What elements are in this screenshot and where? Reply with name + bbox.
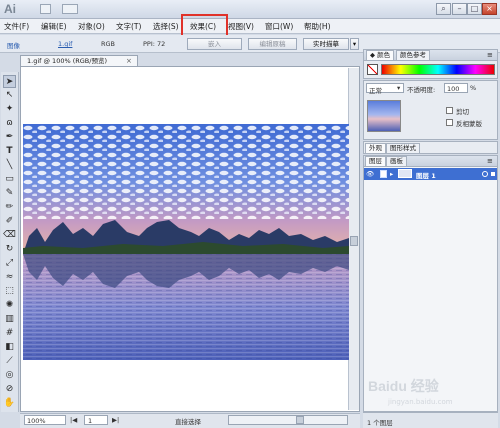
type-tool-icon[interactable]: T bbox=[3, 145, 16, 158]
menu-type[interactable]: 文字(T) bbox=[116, 21, 141, 32]
color-spectrum[interactable] bbox=[381, 64, 495, 75]
warp-tool-icon[interactable]: ≈ bbox=[3, 271, 16, 284]
free-transform-tool-icon[interactable]: ⬚ bbox=[3, 285, 16, 298]
blob-brush-tool-icon[interactable]: ✐ bbox=[3, 215, 16, 228]
color-mode: RGB bbox=[101, 40, 116, 48]
clip-checkbox[interactable] bbox=[446, 107, 453, 114]
selected-square-icon bbox=[491, 172, 495, 176]
scale-tool-icon[interactable]: ⤢ bbox=[3, 257, 16, 270]
target-circle-icon[interactable] bbox=[482, 171, 488, 177]
pencil-tool-icon[interactable]: ✏ bbox=[3, 201, 16, 214]
tab-color-label: 颜色 bbox=[377, 51, 391, 59]
watermark-brand: Baidu 经验 bbox=[368, 378, 439, 394]
zoom-value: 100% bbox=[27, 417, 46, 425]
tab-layers[interactable]: 图层 bbox=[365, 156, 386, 166]
selection-tool-icon[interactable]: ➤ bbox=[3, 75, 16, 88]
slice-tool-icon[interactable]: ⊘ bbox=[3, 383, 16, 396]
line-tool-icon[interactable]: ╲ bbox=[3, 159, 16, 172]
lock-toggle[interactable] bbox=[380, 170, 387, 178]
layer-count: 1 个图层 bbox=[367, 419, 393, 427]
opacity-value: 100 bbox=[447, 85, 460, 93]
none-swatch-icon[interactable] bbox=[367, 64, 378, 75]
magic-wand-tool-icon[interactable]: ✦ bbox=[3, 103, 16, 116]
menu-file[interactable]: 文件(F) bbox=[4, 21, 29, 32]
gradient-tool-icon[interactable]: ◧ bbox=[3, 341, 16, 354]
invert-mask-label: 反相蒙版 bbox=[456, 120, 482, 128]
blend-tool-icon[interactable]: ◎ bbox=[3, 369, 16, 382]
rotate-tool-icon[interactable]: ↻ bbox=[3, 243, 16, 256]
horizontal-scroll-thumb[interactable] bbox=[296, 416, 304, 424]
blend-mode-value: 正常 bbox=[369, 87, 382, 95]
menu-select[interactable]: 选择(S) bbox=[153, 21, 179, 32]
first-artboard-icon[interactable]: |◀ bbox=[70, 416, 77, 424]
layers-panel-footer: 1 个图层 bbox=[363, 412, 498, 428]
chevron-down-icon: ▾ bbox=[397, 84, 401, 92]
watermark-url: jingyan.baidu.com bbox=[388, 398, 453, 406]
layer-row[interactable]: 👁 ▸ 图层 1 bbox=[364, 168, 497, 180]
current-tool-name: 直接选择 bbox=[175, 418, 201, 426]
horizontal-scrollbar[interactable] bbox=[228, 415, 348, 425]
panel-menu-icon[interactable]: ≡ bbox=[487, 51, 493, 59]
baidu-watermark: Baidu 经验 jingyan.baidu.com bbox=[368, 374, 496, 414]
bridge-icon[interactable] bbox=[40, 4, 51, 14]
rectangle-tool-icon[interactable]: ▭ bbox=[3, 173, 16, 186]
direct-selection-tool-icon[interactable]: ↖ bbox=[3, 89, 16, 102]
artboard-number-select[interactable]: 1 bbox=[84, 415, 108, 425]
clip-label: 剪切 bbox=[456, 108, 469, 116]
opacity-unit: % bbox=[470, 84, 477, 92]
layers-panel-menu-icon[interactable]: ≡ bbox=[487, 157, 493, 165]
title-bar: Ai ⌕ – □ × bbox=[0, 0, 500, 19]
layer-thumbnail-small bbox=[398, 169, 412, 178]
expand-triangle-icon[interactable]: ▸ bbox=[390, 170, 393, 178]
search-icon[interactable]: ⌕ bbox=[436, 3, 451, 15]
app-logo: Ai bbox=[4, 2, 16, 16]
document-close-icon[interactable]: × bbox=[126, 57, 132, 65]
graph-tool-icon[interactable]: ▥ bbox=[3, 313, 16, 326]
live-trace-button[interactable]: 实时描摹 bbox=[303, 38, 349, 50]
menu-bar: 文件(F) 编辑(E) 对象(O) 文字(T) 选择(S) 效果(C) 视图(V… bbox=[0, 19, 500, 34]
tab-color[interactable]: ◆ 颜色 bbox=[366, 50, 395, 60]
hand-tool-icon[interactable]: ✋ bbox=[3, 397, 16, 410]
close-button[interactable]: × bbox=[482, 3, 497, 15]
invert-mask-checkbox[interactable] bbox=[446, 119, 453, 126]
tab-graphic-styles[interactable]: 图形样式 bbox=[386, 143, 420, 153]
blend-mode-select[interactable]: 正常 ▾ bbox=[366, 83, 404, 95]
lasso-tool-icon[interactable]: ɷ bbox=[3, 117, 16, 130]
object-kind: 图像 bbox=[7, 42, 20, 50]
document-tab-title: 1.gif @ 100% (RGB/预览) bbox=[27, 57, 107, 65]
visibility-eye-icon[interactable]: 👁 bbox=[366, 170, 374, 178]
opacity-label: 不透明度: bbox=[407, 86, 436, 94]
opacity-field[interactable]: 100 bbox=[444, 83, 468, 93]
menu-view[interactable]: 视图(V) bbox=[228, 21, 254, 32]
placed-landscape-image[interactable] bbox=[23, 124, 349, 360]
arrange-documents-icon[interactable] bbox=[62, 4, 78, 14]
layer-name[interactable]: 图层 1 bbox=[416, 170, 436, 180]
artboard-number: 1 bbox=[88, 417, 93, 425]
menu-object[interactable]: 对象(O) bbox=[78, 21, 105, 32]
embed-button[interactable]: 嵌入 bbox=[187, 38, 242, 50]
menu-help[interactable]: 帮助(H) bbox=[304, 21, 331, 32]
eraser-tool-icon[interactable]: ⌫ bbox=[3, 229, 16, 242]
pen-tool-icon[interactable]: ✒ bbox=[3, 131, 16, 144]
paintbrush-tool-icon[interactable]: ✎ bbox=[3, 187, 16, 200]
edit-original-button[interactable]: 编辑原稿 bbox=[248, 38, 297, 50]
layer-thumbnail bbox=[367, 100, 401, 132]
maximize-button[interactable]: □ bbox=[467, 3, 482, 15]
vertical-scroll-thumb[interactable] bbox=[350, 236, 358, 246]
menu-edit[interactable]: 编辑(E) bbox=[41, 21, 67, 32]
tab-appearance[interactable]: 外观 bbox=[365, 143, 386, 153]
ppi-value: PPI: 72 bbox=[143, 40, 166, 48]
linked-filename[interactable]: 1.gif bbox=[58, 40, 72, 48]
tab-artboards[interactable]: 画板 bbox=[386, 156, 407, 166]
symbol-sprayer-tool-icon[interactable]: ✺ bbox=[3, 299, 16, 312]
mesh-tool-icon[interactable]: # bbox=[3, 327, 16, 340]
zoom-select[interactable]: 100% bbox=[24, 415, 66, 425]
minimize-button[interactable]: – bbox=[452, 3, 467, 15]
live-trace-dropdown-icon[interactable]: ▾ bbox=[350, 38, 359, 50]
eyedropper-tool-icon[interactable]: ⟋ bbox=[3, 355, 16, 368]
tab-color-guide[interactable]: 颜色参考 bbox=[396, 50, 430, 60]
next-artboard-icon[interactable]: ▶| bbox=[112, 416, 119, 424]
menu-window[interactable]: 窗口(W) bbox=[265, 21, 293, 32]
